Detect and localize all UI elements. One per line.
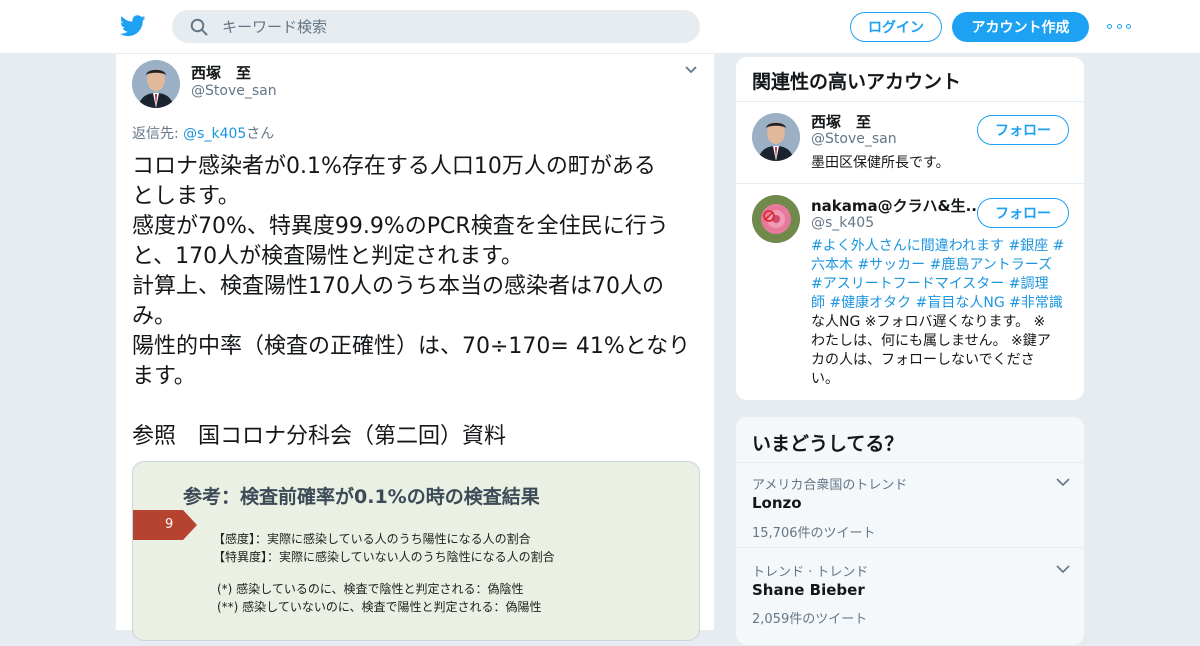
bio-line: い。 (811, 371, 839, 387)
trend-tweet-count: 15,706件のツイート (752, 526, 876, 541)
tweet-line: コロナ感染者が0.1%存在する人口10万人の町がある (132, 154, 656, 179)
tweet-line: とします。 (132, 184, 240, 209)
more-options-icon[interactable] (1107, 18, 1131, 34)
reply-context: 返信先: @s_k405さん (132, 123, 274, 143)
follow-button[interactable]: フォロー (977, 198, 1069, 228)
tweet-line: 感度が70%、特異度99.9%のPCR検査を全住民に行う (132, 214, 669, 239)
tweet-line: み。 (132, 304, 177, 329)
account-bio: 墨田区保健所長です。 (811, 155, 950, 171)
tweet-media-image[interactable]: 参考：検査前確率が0.1%の時の検査結果 9 【感度】：実際に感染している人のう… (132, 461, 700, 641)
top-navigation-bar: ログイン アカウント作成 (0, 0, 1200, 54)
account-name[interactable]: nakama@クラハ&生... (811, 195, 983, 216)
follow-button[interactable]: フォロー (977, 115, 1069, 145)
tweet-line: 陽性的中率（検査の正確性）は、70÷170= 41%となり (132, 334, 691, 359)
slide-text-line: 【感度】：実際に感染している人のうち陽性になる人の割合 (213, 532, 531, 546)
trend-context: トレンド · トレンド (752, 565, 869, 580)
search-input[interactable] (222, 10, 682, 43)
account-handle[interactable]: @Stove_san (811, 131, 897, 147)
slide-text-line: (*) 感染しているのに、検査で陰性と判定される：偽陰性 (217, 582, 524, 596)
bio-line: #よく外人さんに間違われます #銀座 # (811, 238, 1065, 254)
related-accounts-title: 関連性の高いアカウント (752, 71, 962, 93)
account-photo (752, 113, 800, 161)
author-name[interactable]: 西塚 至 (191, 62, 251, 83)
search-box[interactable] (172, 10, 700, 43)
tweet-reference-line: 参照 国コロナ分科会（第二回）資料 (132, 424, 507, 449)
account-avatar[interactable] (752, 195, 800, 243)
chevron-down-icon[interactable] (1056, 564, 1070, 574)
twitter-bird-icon[interactable] (120, 14, 146, 38)
bio-line: #アスリートフードマイスター #調理 (811, 276, 1049, 292)
author-avatar[interactable] (132, 60, 180, 108)
chevron-down-icon[interactable] (684, 62, 698, 76)
trend-name-link[interactable]: Shane Bieber (752, 581, 865, 599)
slide-title: 参考：検査前確率が0.1%の時の検査結果 (183, 486, 540, 508)
chevron-down-icon[interactable] (1056, 477, 1070, 487)
account-avatar[interactable] (752, 113, 800, 161)
account-bio: #よく外人さんに間違われます #銀座 # 六本木 #サッカー #鹿島アントラーズ… (811, 237, 1075, 389)
trend-name-link[interactable]: Lonzo (752, 494, 802, 512)
author-photo (132, 60, 180, 108)
signup-button[interactable]: アカウント作成 (952, 12, 1089, 42)
bio-line: な人NG ※フォロバ遅くなります。 ※ (811, 314, 1046, 330)
tweet-line: ます。 (132, 364, 196, 389)
author-handle[interactable]: @Stove_san (191, 83, 277, 99)
search-icon (190, 18, 208, 36)
bio-line: 六本木 #サッカー #鹿島アントラーズ (811, 257, 1053, 273)
tweet-line: と、170人が検査陽性と判定されます。 (132, 244, 523, 269)
bio-line: カの人は、フォローしないでくださ (811, 352, 1035, 368)
slide-number: 9 (165, 517, 174, 532)
tweet-detail: 西塚 至 @Stove_san 返信先: @s_k405さん コロナ感染者が0.… (115, 54, 715, 641)
account-handle[interactable]: @s_k405 (811, 215, 874, 231)
login-button[interactable]: ログイン (850, 12, 942, 42)
bio-line: 師 #健康オタク #盲目な人NG #非常識 (811, 295, 1063, 311)
account-photo (752, 195, 800, 243)
trend-tweet-count: 2,059件のツイート (752, 612, 868, 627)
reply-prefix: 返信先: (132, 126, 184, 142)
reply-suffix: さん (246, 126, 275, 142)
trends-title: いまどうしてる？ (752, 433, 904, 455)
account-name[interactable]: 西塚 至 (811, 111, 871, 132)
trend-context: アメリカ合衆国のトレンド (752, 478, 908, 493)
tweet-text: コロナ感染者が0.1%存在する人口10万人の町がある とします。 感度が70%、… (132, 152, 702, 452)
reply-mention-link[interactable]: @s_k405 (183, 126, 246, 142)
slide-text-line: (**) 感染していないのに、検査で陽性と判定される：偽陽性 (217, 600, 542, 614)
tweet-line: 計算上、検査陽性170人のうち本当の感染者は70人の (132, 274, 664, 299)
bio-line: わたしは、何にも属しません。 ※鍵ア (811, 333, 1051, 349)
slide-text-line: 【特異度】：実際に感染していない人のうち陰性になる人の割合 (213, 550, 555, 564)
trends-card: いまどうしてる？ アメリカ合衆国のトレンド Lonzo 15,706件のツイート… (735, 416, 1085, 646)
related-accounts-card: 関連性の高いアカウント 西塚 至 @Stove_san フォロー 墨田区保健所長… (735, 56, 1085, 401)
